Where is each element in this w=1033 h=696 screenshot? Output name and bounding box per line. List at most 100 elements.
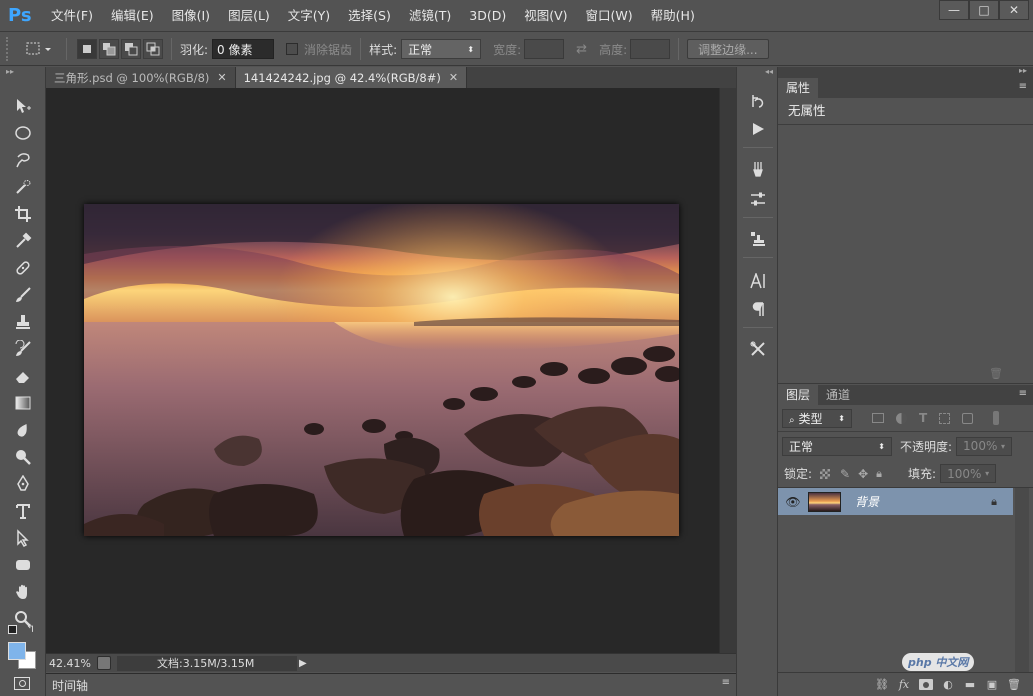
tab-close-icon[interactable]: ✕ [217, 71, 226, 84]
menu-window[interactable]: 窗口(W) [577, 0, 642, 32]
rectangle-tool[interactable] [10, 552, 36, 578]
layer-visibility-eye-icon[interactable]: 👁︎ [778, 495, 808, 509]
close-button[interactable]: ✕ [999, 0, 1029, 20]
timeline-menu-icon[interactable]: ≡ [722, 677, 730, 688]
character-panel-button[interactable] [745, 269, 771, 293]
tab-properties[interactable]: 属性 [778, 78, 819, 98]
lock-transparent-icon[interactable] [820, 468, 831, 479]
type-filter-icon[interactable]: T [919, 411, 927, 425]
menu-layer[interactable]: 图层(L) [219, 0, 279, 32]
tab-close-icon[interactable]: ✕ [449, 71, 458, 84]
history-panel-button[interactable] [745, 89, 771, 113]
layer-thumbnail[interactable] [808, 491, 841, 512]
pen-tool[interactable] [10, 471, 36, 497]
height-input[interactable] [630, 39, 671, 59]
lock-all-icon[interactable]: 🔒︎ [876, 467, 882, 481]
lock-image-icon[interactable]: ✎ [840, 467, 850, 481]
shape-filter-icon[interactable] [939, 412, 951, 424]
strip-collapse-icon[interactable]: ◂◂ [765, 67, 773, 76]
refine-edge-button[interactable]: 调整边缘... [687, 39, 769, 59]
filter-kind-select[interactable]: ⌕ 类型 ⬍ [782, 408, 852, 428]
tab-triangle-psd[interactable]: 三角形.psd @ 100%(RGB/8) ✕ [46, 67, 236, 88]
clone-source-button[interactable] [745, 227, 771, 251]
canvas-vertical-scrollbar[interactable] [719, 88, 736, 653]
crop-tool[interactable] [10, 201, 36, 227]
menu-select[interactable]: 选择(S) [339, 0, 400, 32]
type-tool[interactable] [10, 498, 36, 524]
tab-photo-jpg[interactable]: 141424242.jpg @ 42.4%(RGB/8#) ✕ [235, 67, 468, 88]
lasso-tool[interactable] [10, 147, 36, 173]
fill-input[interactable]: 100% ▾ [940, 464, 997, 483]
smart-object-filter-icon[interactable] [962, 412, 974, 424]
intersect-selection-button[interactable] [143, 39, 163, 59]
lock-position-icon[interactable]: ✥ [858, 467, 868, 481]
quick-selection-tool[interactable] [10, 174, 36, 200]
adjustment-layer-icon[interactable]: ◐ [937, 676, 959, 694]
quick-mask-button[interactable] [14, 677, 30, 690]
paragraph-panel-button[interactable] [745, 297, 771, 321]
foreground-color-swatch[interactable] [8, 642, 26, 660]
new-layer-icon[interactable]: ▣ [981, 676, 1003, 694]
canvas-area[interactable] [46, 88, 719, 653]
options-grip[interactable] [6, 37, 14, 61]
style-select[interactable]: 正常 ⬍ [401, 39, 482, 59]
blend-mode-select[interactable]: 正常 ⬍ [782, 436, 892, 456]
history-brush-tool[interactable] [10, 336, 36, 362]
panel-menu-icon[interactable]: ≡ [1019, 388, 1027, 399]
new-group-folder-icon[interactable]: ▬ [959, 676, 981, 694]
menu-image[interactable]: 图像(I) [163, 0, 219, 32]
actions-panel-button[interactable] [745, 117, 771, 141]
add-selection-button[interactable] [99, 39, 119, 59]
tool-preset-picker[interactable] [20, 36, 58, 62]
tab-layers[interactable]: 图层 [778, 385, 819, 405]
adjustments-button[interactable] [745, 187, 771, 211]
menu-filter[interactable]: 滤镜(T) [400, 0, 460, 32]
feather-input[interactable]: 0 像素 [212, 39, 275, 59]
properties-trash-icon[interactable]: 🗑 [989, 367, 1003, 380]
filter-toggle-icon[interactable] [993, 411, 1000, 425]
hand-tool[interactable] [10, 579, 36, 605]
brush-presets-button[interactable] [745, 157, 771, 181]
panel-top-grip[interactable]: ▸▸ [778, 66, 1033, 78]
panel-menu-icon[interactable]: ≡ [1019, 81, 1027, 92]
subtract-selection-button[interactable] [121, 39, 141, 59]
brush-tool[interactable] [10, 282, 36, 308]
menu-3d[interactable]: 3D(D) [460, 0, 515, 32]
width-input[interactable] [524, 39, 565, 59]
link-layers-icon[interactable]: ⛓ [871, 676, 893, 694]
new-selection-button[interactable] [77, 39, 97, 59]
eraser-tool[interactable] [10, 363, 36, 389]
maximize-button[interactable]: □ [969, 0, 999, 20]
status-info-icon[interactable] [97, 656, 111, 670]
menu-edit[interactable]: 编辑(E) [102, 0, 163, 32]
panel-expand-icon[interactable]: ▸▸ [1019, 66, 1027, 75]
layers-scrollbar[interactable] [1015, 488, 1029, 672]
eyedropper-tool[interactable] [10, 228, 36, 254]
toolbox-grip[interactable]: ▸▸ [0, 67, 45, 79]
layer-name[interactable]: 背景 [855, 493, 879, 510]
opacity-input[interactable]: 100% ▾ [956, 436, 1013, 456]
menu-file[interactable]: 文件(F) [42, 0, 102, 32]
menu-type[interactable]: 文字(Y) [279, 0, 339, 32]
clone-stamp-tool[interactable] [10, 309, 36, 335]
dodge-tool[interactable] [10, 444, 36, 470]
layer-row-background[interactable]: 👁︎ 背景 🔒︎ [778, 488, 1013, 515]
zoom-level[interactable]: 42.41% [46, 657, 91, 670]
add-mask-icon[interactable] [915, 676, 937, 694]
menu-help[interactable]: 帮助(H) [642, 0, 704, 32]
pixel-filter-icon[interactable] [872, 413, 884, 423]
minimize-button[interactable]: — [939, 0, 969, 20]
menu-view[interactable]: 视图(V) [515, 0, 576, 32]
document-image[interactable] [84, 204, 679, 536]
tab-channels[interactable]: 通道 [818, 385, 858, 405]
tool-presets-button[interactable] [745, 337, 771, 361]
path-selection-tool[interactable] [10, 525, 36, 551]
swap-dimensions-icon[interactable]: ⇄ [576, 42, 587, 57]
antialias-checkbox[interactable] [286, 43, 299, 55]
swap-colors-icon[interactable]: ↰ [26, 622, 35, 635]
blur-tool[interactable] [10, 417, 36, 443]
status-menu-arrow-icon[interactable]: ▶ [299, 658, 307, 669]
gradient-tool[interactable] [10, 390, 36, 416]
delete-layer-icon[interactable]: 🗑 [1003, 676, 1025, 694]
move-tool[interactable] [10, 93, 36, 119]
